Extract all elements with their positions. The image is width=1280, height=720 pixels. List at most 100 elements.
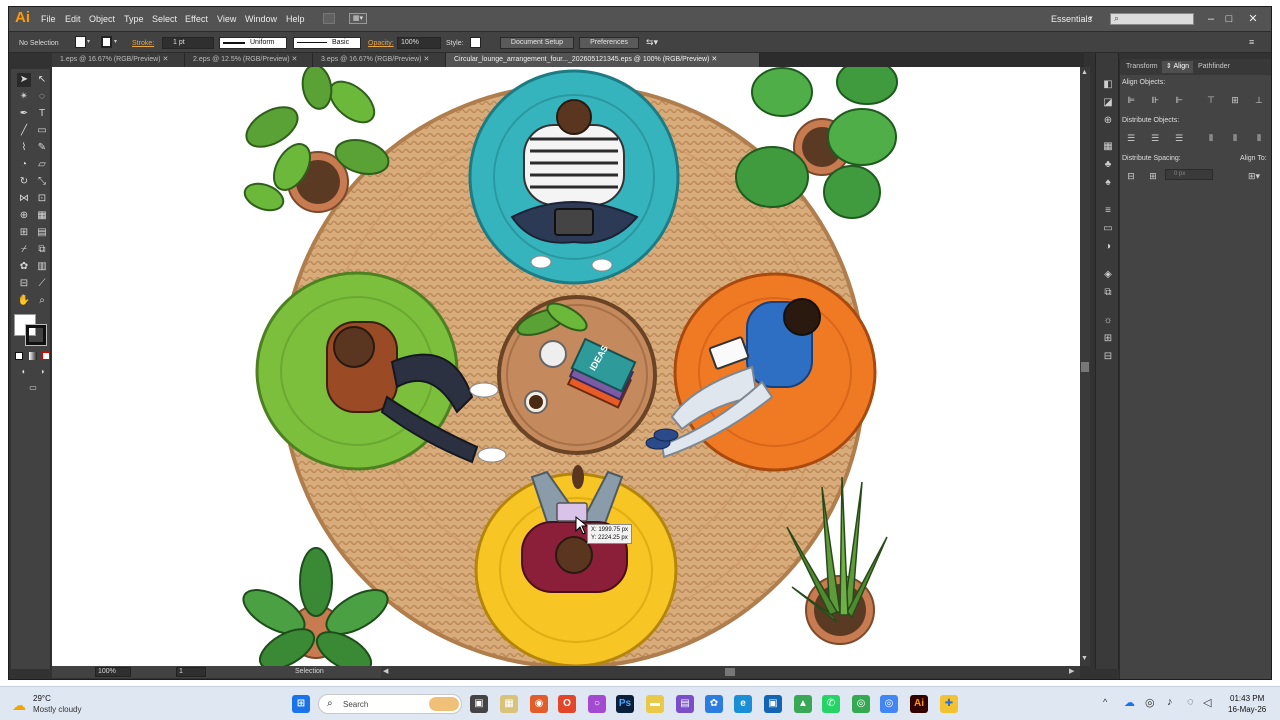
- menu-effect[interactable]: Effect: [185, 14, 208, 24]
- weather-description[interactable]: Mostly cloudy: [33, 705, 81, 714]
- symbols-panel-icon[interactable]: ♣: [1102, 159, 1114, 170]
- taskbar-search-box[interactable]: ⌕ Search: [318, 694, 462, 714]
- mesh-tool-icon[interactable]: ⊞: [17, 226, 31, 240]
- tray-chevron-up-icon[interactable]: ^: [1103, 697, 1107, 707]
- graphic-styles-icon[interactable]: ♠: [1102, 177, 1114, 188]
- weather-temperature[interactable]: 29°C: [33, 694, 51, 703]
- vertical-scroll-thumb[interactable]: [1081, 362, 1089, 372]
- draw-normal-icon[interactable]: ◐: [17, 365, 31, 379]
- align-top-icon[interactable]: ⊤: [1205, 95, 1217, 105]
- color-mode-icon[interactable]: [15, 352, 23, 360]
- blob-brush-tool-icon[interactable]: ◔: [17, 158, 31, 172]
- screen-mode-icon[interactable]: ▭: [26, 381, 40, 395]
- align-left-icon[interactable]: ⊫: [1125, 95, 1137, 105]
- align-right-icon[interactable]: ⊩: [1173, 95, 1185, 105]
- menu-window[interactable]: Window: [245, 14, 277, 24]
- menu-object[interactable]: Object: [89, 14, 115, 24]
- appearance-panel-icon[interactable]: ☼: [1102, 315, 1114, 326]
- tab-circular-lounge[interactable]: Circular_lounge_arrangement_four..._2026…: [446, 53, 760, 67]
- close-icon[interactable]: ✕: [292, 56, 298, 63]
- stroke-label[interactable]: Stroke:: [132, 40, 154, 47]
- links-panel-icon[interactable]: ⊞: [1102, 333, 1114, 344]
- distribute-top-icon[interactable]: ☰: [1125, 133, 1137, 143]
- align-center-horizontal-icon[interactable]: ⊪: [1149, 95, 1161, 105]
- bridge-icon[interactable]: [323, 13, 335, 24]
- artboard-canvas[interactable]: IDEAS X: 1999.75 px Y: 2224.25 px: [52, 67, 1080, 666]
- opera-icon[interactable]: ○: [588, 695, 606, 713]
- help-search-input[interactable]: ⌕: [1110, 13, 1194, 25]
- office-icon[interactable]: O: [558, 695, 576, 713]
- color-guide-icon[interactable]: ◪: [1102, 97, 1114, 108]
- close-icon[interactable]: ✕: [162, 56, 168, 63]
- distribute-vertical-space-icon[interactable]: ⊟: [1125, 171, 1137, 181]
- symbol-sprayer-tool-icon[interactable]: ✿: [17, 260, 31, 274]
- rectangle-tool-icon[interactable]: ▭: [35, 124, 49, 138]
- scroll-right-icon[interactable]: ▶: [1069, 667, 1074, 675]
- fill-swatch[interactable]: [75, 36, 86, 48]
- swatches-panel-icon[interactable]: ⊕: [1102, 115, 1114, 126]
- menu-type[interactable]: Type: [124, 14, 144, 24]
- slice-tool-icon[interactable]: ⟋: [35, 277, 49, 291]
- stroke-color-swatch[interactable]: [25, 324, 47, 346]
- stroke-panel-icon[interactable]: ≡: [1102, 205, 1114, 216]
- distribute-horizontal-space-icon[interactable]: ⊞: [1147, 171, 1159, 181]
- tab-pathfinder[interactable]: Pathfinder: [1194, 61, 1234, 73]
- artboards-panel-icon[interactable]: ⧉: [1102, 287, 1114, 298]
- hand-tool-icon[interactable]: ✋: [17, 294, 31, 308]
- line-tool-icon[interactable]: ╱: [17, 124, 31, 138]
- align-options-icon[interactable]: ⇆▾: [646, 37, 658, 48]
- tab-align[interactable]: ⇕ Align: [1162, 61, 1194, 73]
- preferences-button[interactable]: Preferences: [579, 37, 639, 49]
- horizontal-scroll-thumb[interactable]: [725, 668, 735, 676]
- chrome-icon[interactable]: ◎: [852, 695, 870, 713]
- gradient-mode-icon[interactable]: [29, 352, 37, 360]
- edge-icon[interactable]: e: [734, 695, 752, 713]
- gradient-tool-icon[interactable]: ▤: [35, 226, 49, 240]
- task-view-icon[interactable]: ▣: [470, 695, 488, 713]
- brush-definition[interactable]: Basic: [293, 37, 361, 49]
- windows-start-icon[interactable]: ⊞: [292, 695, 310, 713]
- widgets-icon[interactable]: ▦: [500, 695, 518, 713]
- scroll-down-icon[interactable]: ▼: [1081, 655, 1088, 662]
- navigator-panel-icon[interactable]: ⊟: [1102, 351, 1114, 362]
- panel-menu-icon[interactable]: ≡: [1249, 37, 1254, 47]
- brushes-panel-icon[interactable]: ▦: [1102, 141, 1114, 152]
- distribute-center-icon[interactable]: ☰: [1149, 133, 1161, 143]
- menu-file[interactable]: File: [41, 14, 56, 24]
- scroll-left-icon[interactable]: ◀: [383, 667, 388, 675]
- tab-1-eps[interactable]: 1.eps @ 16.67% (RGB/Preview) ✕: [52, 53, 185, 67]
- distribute-left-icon[interactable]: ⫴: [1205, 133, 1217, 143]
- menu-edit[interactable]: Edit: [65, 14, 81, 24]
- align-middle-vertical-icon[interactable]: ⊞: [1229, 95, 1241, 105]
- weather-icon[interactable]: ☁: [12, 697, 26, 714]
- paintbrush-tool-icon[interactable]: ⌇: [17, 141, 31, 155]
- type-tool-icon[interactable]: T: [35, 107, 49, 121]
- perspective-grid-tool-icon[interactable]: ▦: [35, 209, 49, 223]
- minimize-button[interactable]: –: [1203, 12, 1219, 26]
- color-panel-icon[interactable]: ◧: [1102, 79, 1114, 90]
- artboard-tool-icon[interactable]: ⊟: [17, 277, 31, 291]
- tab-transform[interactable]: Transform: [1122, 61, 1162, 73]
- close-window-button[interactable]: ✕: [1245, 12, 1261, 26]
- eraser-tool-icon[interactable]: ▱: [35, 158, 49, 172]
- app-extra-icon[interactable]: ✚: [940, 695, 958, 713]
- maximize-button[interactable]: □: [1221, 12, 1237, 26]
- close-icon[interactable]: ✕: [711, 56, 717, 63]
- gradient-panel-icon[interactable]: ▭: [1102, 223, 1114, 234]
- menu-select[interactable]: Select: [152, 14, 177, 24]
- direct-selection-tool-icon[interactable]: ↖: [35, 73, 49, 87]
- horizontal-scrollbar[interactable]: ◀ ▶: [381, 666, 1080, 678]
- zoom-tool-icon[interactable]: ⌕: [35, 294, 49, 308]
- copilot-icon[interactable]: ✿: [705, 695, 723, 713]
- distribute-horizontal-center-icon[interactable]: ⫴: [1229, 133, 1241, 143]
- onedrive-icon[interactable]: ☁: [1124, 696, 1135, 709]
- arrange-documents-icon[interactable]: ▦▾: [349, 13, 367, 24]
- pen-tool-icon[interactable]: ✒: [17, 107, 31, 121]
- workspace-switcher[interactable]: Essentials: [1051, 14, 1092, 24]
- width-tool-icon[interactable]: ⋈: [17, 192, 31, 206]
- tab-3-eps[interactable]: 3.eps @ 16.67% (RGB/Preview) ✕: [313, 53, 446, 67]
- file-explorer-icon[interactable]: ▬: [646, 695, 664, 713]
- align-to-selection-icon[interactable]: ⊞▾: [1248, 171, 1260, 181]
- column-graph-tool-icon[interactable]: ▥: [35, 260, 49, 274]
- none-mode-icon[interactable]: [42, 352, 50, 360]
